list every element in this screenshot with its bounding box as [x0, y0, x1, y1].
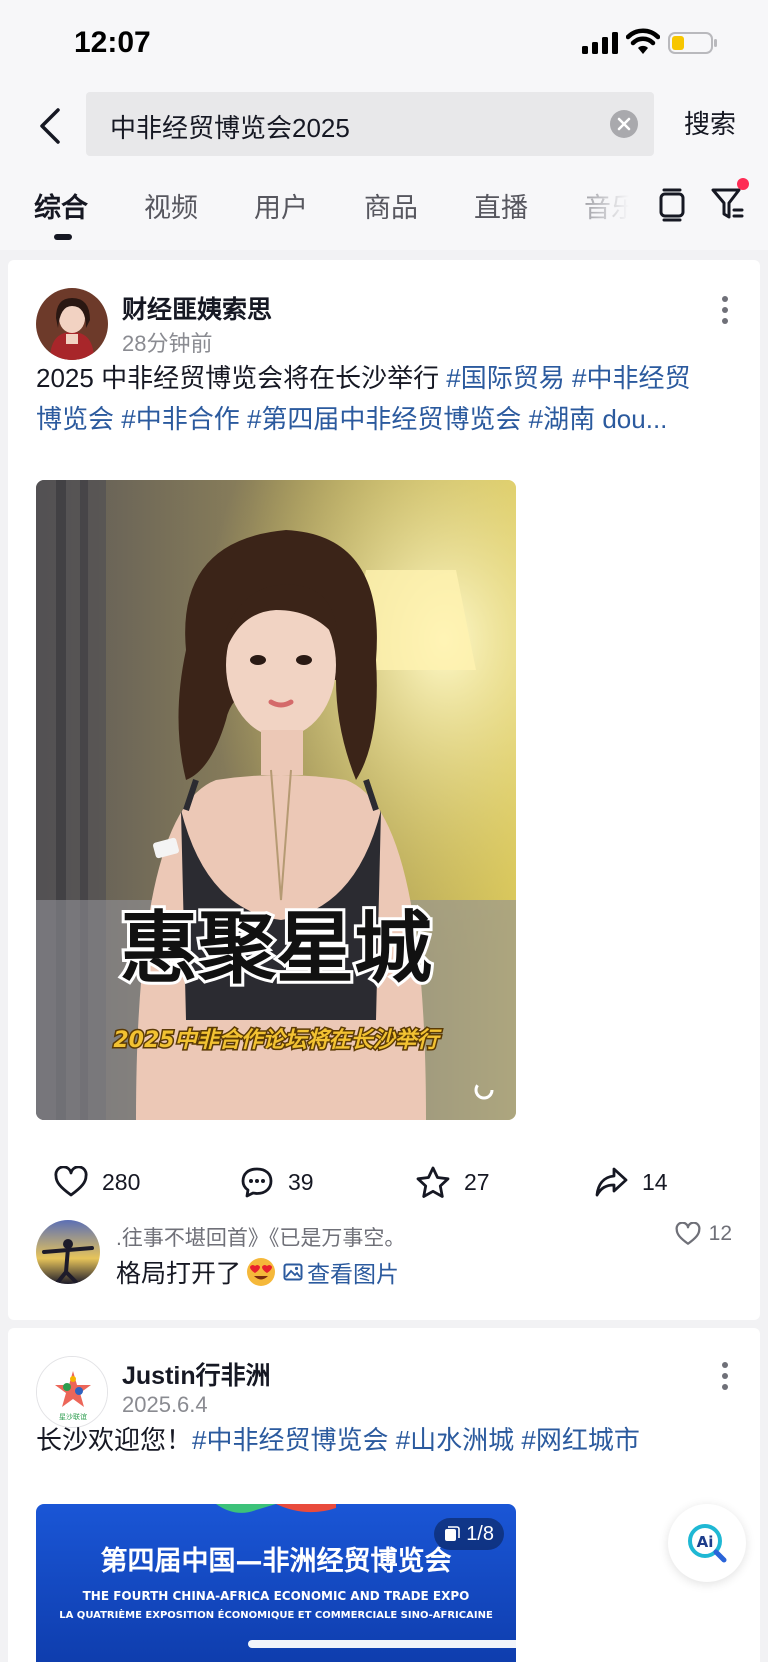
comment-body: 格局打开了: [116, 1260, 242, 1288]
post-time: 2025.6.4: [122, 1392, 208, 1417]
avatar[interactable]: 星沙联谊: [36, 1356, 108, 1428]
tab-products[interactable]: 商品: [364, 186, 418, 225]
star-icon: [416, 1166, 450, 1198]
hashtag[interactable]: #中非合作: [121, 404, 239, 434]
caption-text: 长沙欢迎您！: [36, 1425, 193, 1455]
ai-assistant-button[interactable]: Ai: [668, 1504, 746, 1582]
search-tabs: 综合 视频 用户 商品 直播 音乐: [0, 164, 768, 250]
hashtag[interactable]: #湖南 dou...: [529, 404, 668, 434]
filter-icon[interactable]: [710, 186, 744, 222]
image-counter: 1/8: [466, 1522, 494, 1545]
share-count: 14: [642, 1168, 668, 1195]
favorite-button[interactable]: 27: [416, 1162, 490, 1202]
share-icon: [595, 1167, 628, 1197]
post-caption[interactable]: 2025 中非经贸博览会将在长沙举行 #国际贸易 #中非经贸 博览会 #中非合作…: [36, 358, 736, 440]
hashtag[interactable]: #中非经贸: [572, 363, 690, 393]
wifi-icon: [626, 28, 660, 54]
comment-icon: [241, 1167, 273, 1198]
post-author[interactable]: Justin行非洲: [122, 1356, 271, 1392]
tab-users[interactable]: 用户: [254, 186, 308, 225]
filter-badge: [737, 178, 749, 190]
comment-count: 39: [288, 1168, 314, 1195]
heart-eyes-emoji-icon: [247, 1258, 276, 1286]
battery-icon: [668, 32, 717, 54]
search-header: 中非经贸博览会2025 搜索: [0, 88, 768, 164]
image-title: 惠聚星城: [120, 904, 432, 994]
avatar[interactable]: [36, 288, 108, 360]
more-options-button[interactable]: [722, 296, 730, 324]
image-subtitle: 2025中非合作论坛将在长沙举行: [113, 1027, 442, 1053]
search-button[interactable]: 搜索: [684, 104, 736, 141]
more-dots-icon: [722, 1362, 728, 1368]
post-time: 28分钟前: [122, 331, 213, 356]
more-dots-icon: [722, 296, 728, 302]
search-input[interactable]: 中非经贸博览会2025: [86, 92, 654, 156]
hashtag[interactable]: #第四届中非经贸博览会: [247, 404, 521, 434]
active-tab-indicator: [54, 234, 72, 240]
comment-username[interactable]: .往事不堪回首》《已是万事空。: [116, 1222, 405, 1252]
status-time: 12:07: [74, 26, 151, 59]
comment-like-button[interactable]: 12: [675, 1222, 732, 1246]
layout-toggle-icon[interactable]: [658, 188, 686, 222]
like-button[interactable]: 280: [54, 1162, 140, 1202]
more-options-button[interactable]: [722, 1362, 730, 1390]
comment-text: 格局打开了 查看图片: [116, 1254, 399, 1290]
ai-label: Ai: [697, 1533, 714, 1551]
tab-videos[interactable]: 视频: [144, 186, 198, 225]
comment-button[interactable]: 39: [240, 1162, 314, 1202]
hashtag[interactable]: #中非经贸博览会: [192, 1425, 388, 1455]
cellular-signal-icon: [582, 32, 618, 54]
comment-avatar[interactable]: [36, 1220, 100, 1284]
favorite-count: 27: [464, 1168, 490, 1195]
tab-live[interactable]: 直播: [474, 186, 528, 225]
expo-subtitle-fr: LA QUATRIÈME EXPOSITION ÉCONOMIQUE ET CO…: [59, 1608, 493, 1621]
view-image-link[interactable]: 查看图片: [283, 1255, 399, 1289]
back-button[interactable]: [30, 102, 70, 150]
heart-icon: [675, 1222, 701, 1245]
post-image[interactable]: 惠聚星城 2025中非合作论坛将在长沙举行: [36, 480, 516, 1120]
ai-search-icon: Ai: [688, 1524, 727, 1563]
hashtag[interactable]: #网红城市: [521, 1425, 639, 1455]
top-comment[interactable]: .往事不堪回首》《已是万事空。 格局打开了 查看图片 12: [8, 1216, 760, 1296]
post-image[interactable]: 第四届中国—非洲经贸博览会 THE FOURTH CHINA-AFRICA EC…: [36, 1504, 516, 1662]
search-query: 中非经贸博览会2025: [110, 113, 350, 143]
like-count: 280: [102, 1168, 141, 1195]
comment-like-count: 12: [708, 1222, 732, 1245]
share-button[interactable]: 14: [594, 1162, 668, 1202]
hashtag[interactable]: 博览会: [36, 404, 114, 434]
caption-text: 2025 中非经贸博览会将在长沙举行: [36, 363, 447, 393]
expo-subtitle-en: THE FOURTH CHINA-AFRICA ECONOMIC AND TRA…: [83, 1589, 470, 1603]
hashtag[interactable]: #国际贸易: [446, 363, 564, 393]
post-card[interactable]: 星沙联谊 Justin行非洲 2025.6.4 长沙欢迎您！#中非经贸博览会 #…: [8, 1328, 760, 1662]
status-bar: 12:07: [0, 0, 768, 88]
home-indicator: [248, 1640, 520, 1648]
post-card[interactable]: 财经匪姨索思 28分钟前 2025 中非经贸博览会将在长沙举行 #国际贸易 #中…: [8, 260, 760, 1320]
image-counter-badge: 1/8: [434, 1518, 504, 1550]
post-author[interactable]: 财经匪姨索思: [122, 290, 272, 326]
tab-fade: [580, 164, 650, 250]
heart-icon: [54, 1166, 88, 1197]
post-caption[interactable]: 长沙欢迎您！#中非经贸博览会 #山水洲城 #网红城市: [36, 1420, 736, 1461]
expo-title: 第四届中国—非洲经贸博览会: [101, 1545, 452, 1577]
tab-comprehensive[interactable]: 综合: [34, 186, 88, 225]
view-image-label: 查看图片: [307, 1261, 400, 1287]
clear-search-button[interactable]: [610, 110, 638, 138]
image-icon: [283, 1263, 303, 1281]
post-actions: 280 39 27 14: [8, 1152, 760, 1212]
chevron-left-icon: [40, 108, 60, 144]
hashtag[interactable]: #山水洲城: [396, 1425, 514, 1455]
close-icon: [617, 117, 631, 131]
gallery-icon: [445, 1526, 460, 1541]
